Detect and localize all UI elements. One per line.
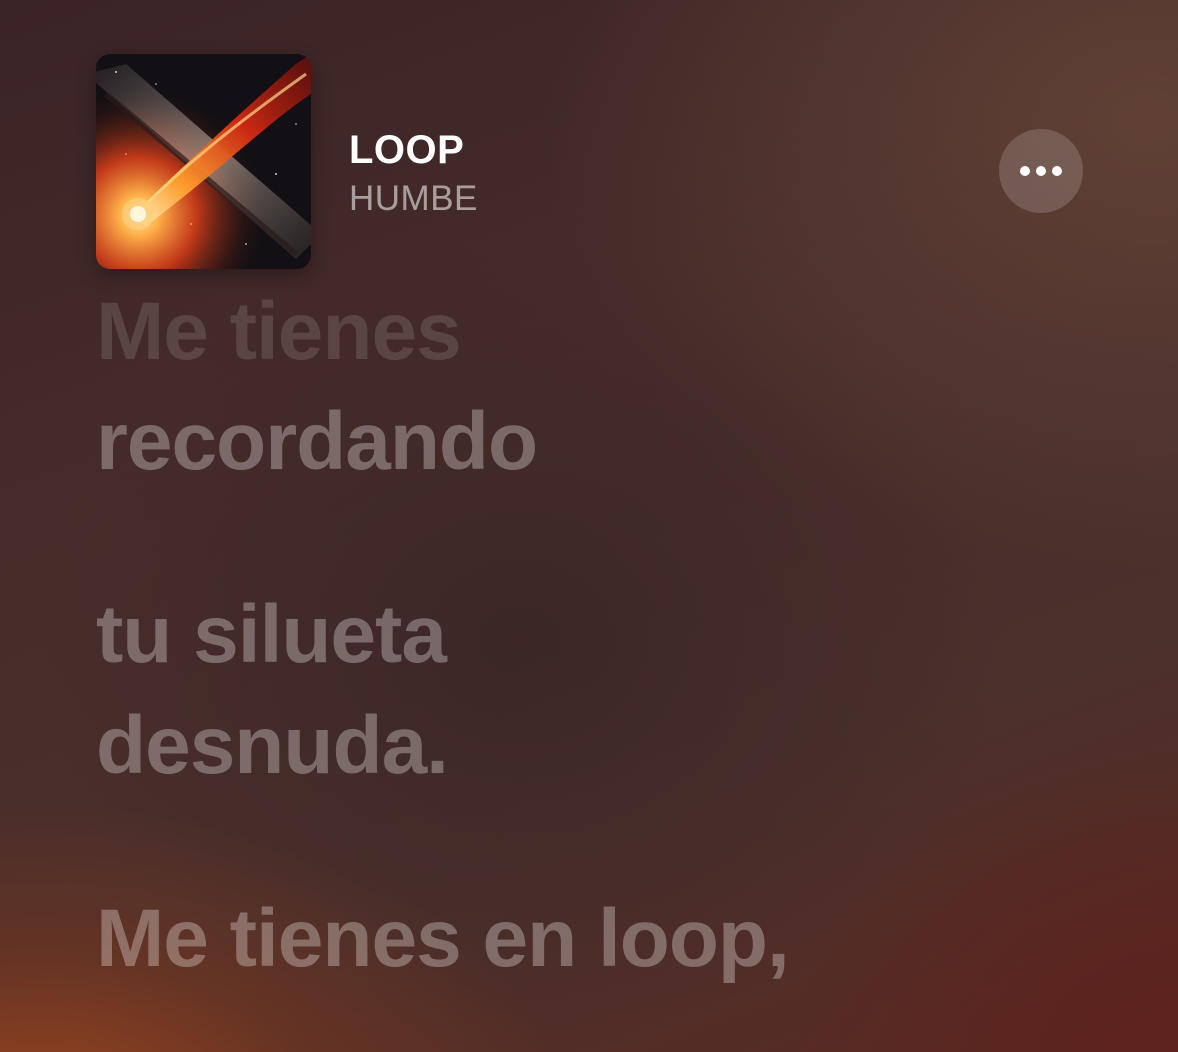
album-artwork[interactable] bbox=[96, 54, 311, 269]
ellipsis-icon bbox=[1036, 166, 1046, 176]
lyric-line[interactable]: Me tienes en loop, bbox=[96, 889, 790, 989]
song-artist[interactable]: HUMBE bbox=[349, 178, 478, 220]
song-title: LOOP bbox=[349, 128, 465, 172]
lyric-line[interactable]: tu silueta bbox=[96, 585, 447, 685]
ellipsis-icon bbox=[1052, 166, 1062, 176]
lyric-line[interactable]: desnuda. bbox=[96, 696, 449, 796]
ellipsis-icon bbox=[1020, 166, 1030, 176]
now-playing-header: LOOP HUMBE bbox=[0, 0, 1178, 280]
lyric-line[interactable]: recordando bbox=[96, 392, 538, 492]
more-options-button[interactable] bbox=[999, 129, 1083, 213]
lyric-line[interactable]: Me tienes bbox=[96, 282, 462, 382]
comet-artwork bbox=[96, 54, 311, 269]
